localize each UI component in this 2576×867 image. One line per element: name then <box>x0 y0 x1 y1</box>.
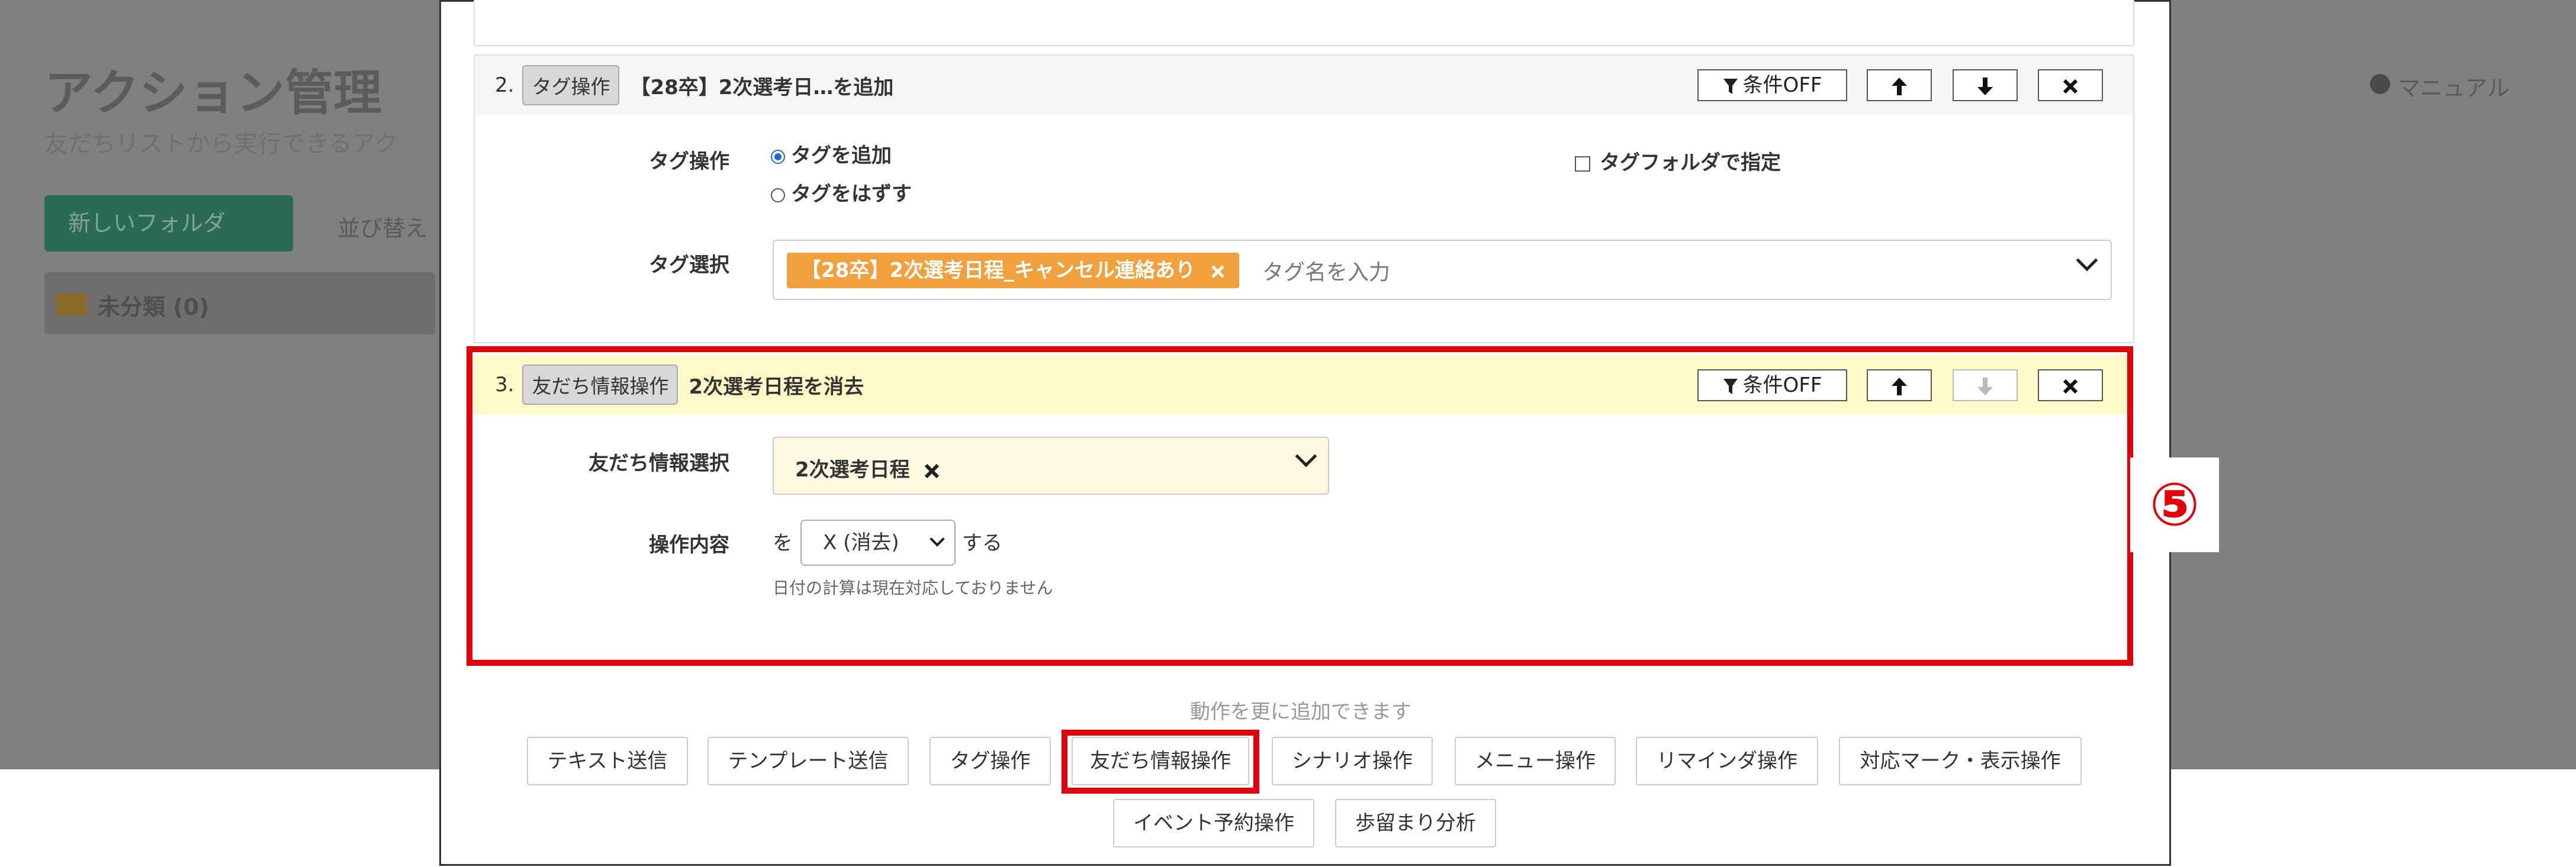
highlight-frame-action-3 <box>467 346 2133 666</box>
page-subtitle: 友だちリストから実行できるアク <box>44 130 398 157</box>
move-down-button[interactable] <box>1953 69 2018 101</box>
add-reminder-operation-button[interactable]: リマインダ操作 <box>1636 737 1818 785</box>
add-text-send-button[interactable]: テキスト送信 <box>527 737 688 785</box>
filter-icon <box>1723 78 1738 94</box>
move-up-button[interactable] <box>1867 69 1932 101</box>
add-mark-display-operation-button[interactable]: 対応マーク・表示操作 <box>1839 737 2082 785</box>
sort-label: 並び替え <box>337 215 428 241</box>
add-template-send-button[interactable]: テンプレート送信 <box>707 737 909 785</box>
radio-add-tag[interactable]: タグを追加 <box>771 139 892 168</box>
new-folder-button: 新しいフォルダ <box>44 195 293 252</box>
arrow-up-icon <box>1892 77 1907 95</box>
manual-link: マニュアル <box>2398 75 2510 101</box>
add-tag-operation-button[interactable]: タグ操作 <box>930 737 1051 785</box>
action-type-badge: タグ操作 <box>522 65 620 105</box>
tag-name-input[interactable]: タグ名を入力 <box>1262 255 1390 286</box>
highlight-frame-friend-info-button <box>1062 730 1259 794</box>
chevron-down-icon <box>2076 249 2098 272</box>
close-icon <box>2063 79 2078 94</box>
add-yield-analysis-button[interactable]: 歩留まり分析 <box>1335 799 1496 847</box>
delete-action-button[interactable] <box>2038 69 2103 101</box>
page-title: アクション管理 <box>44 65 382 121</box>
tag-select-input[interactable]: 【28卒】2次選考日程_キャンセル連絡あり タグ名を入力 <box>773 240 2112 300</box>
add-scenario-operation-button[interactable]: シナリオ操作 <box>1272 737 1433 785</box>
arrow-down-icon <box>1977 77 1993 95</box>
add-more-caption: 動作を更に追加できます <box>1190 700 1411 724</box>
checkbox[interactable] <box>1575 156 1590 172</box>
selected-tag-chip: 【28卒】2次選考日程_キャンセル連絡あり <box>787 253 1239 288</box>
tag-select-label: タグ選択 <box>649 253 729 277</box>
radio-unchecked[interactable] <box>771 188 785 202</box>
folder-label: 未分類 (0) <box>98 294 210 320</box>
close-icon[interactable] <box>1211 265 1225 279</box>
action-title: 【28卒】2次選考日…を追加 <box>630 75 894 99</box>
tag-operation-label: タグ操作 <box>649 150 729 173</box>
step-marker: ⑤ <box>2130 457 2219 552</box>
action-1-panel-bottom <box>474 0 2134 46</box>
radio-remove-tag[interactable]: タグをはずす <box>771 178 912 207</box>
folder-icon <box>56 293 87 315</box>
radio-checked[interactable] <box>771 149 785 164</box>
action-number: 2. <box>495 73 514 97</box>
condition-toggle-button[interactable]: 条件OFF <box>1697 69 1847 101</box>
add-event-reservation-button[interactable]: イベント予約操作 <box>1113 799 1314 847</box>
question-icon <box>2370 74 2390 94</box>
tag-folder-checkbox[interactable]: タグフォルダで指定 <box>1575 146 1781 175</box>
add-menu-operation-button[interactable]: メニュー操作 <box>1455 737 1616 785</box>
